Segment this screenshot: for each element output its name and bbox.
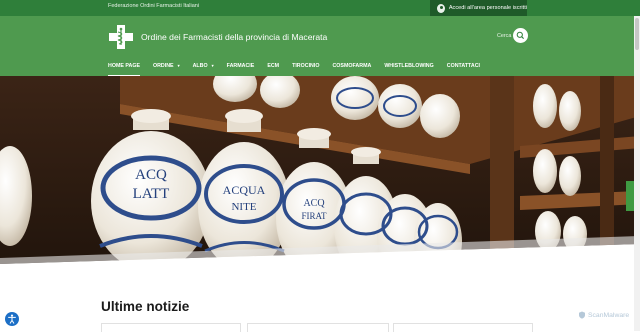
nav-whistleblowing[interactable]: WHISTLEBLOWING [384, 63, 433, 73]
jar-label: ACQ [135, 167, 167, 183]
nav-contattaci[interactable]: CONTATTACI [447, 63, 480, 73]
login-button[interactable]: Accedi all'area personale iscritti [430, 0, 527, 16]
login-label: Accedi all'area personale iscritti [448, 5, 527, 11]
federation-label: Federazione Ordini Farmacisti Italiani [108, 3, 200, 9]
accessibility-button[interactable] [5, 312, 19, 326]
nav-albo[interactable]: ALBO ▾ [193, 63, 214, 73]
search-button[interactable] [513, 28, 528, 43]
accessibility-icon [8, 314, 16, 324]
site-header: Ordine dei Farmacisti della provincia di… [0, 16, 640, 76]
nav-ordine[interactable]: ORDINE ▾ [153, 63, 180, 73]
chevron-down-icon: ▾ [211, 63, 214, 68]
jar-label: LATT [133, 186, 170, 202]
nav-cosmofarma[interactable]: COSMOFARMA [332, 63, 371, 73]
chevron-down-icon: ▾ [177, 63, 180, 68]
search-icon [516, 31, 524, 39]
nav-farmacie[interactable]: FARMACIE [227, 63, 255, 73]
nav-ecm[interactable]: ECM [267, 63, 279, 73]
scrollbar-thumb[interactable] [635, 18, 639, 50]
nav-tirocinio[interactable]: TIROCINIO [292, 63, 319, 73]
main-nav: HOME PAGE ORDINE ▾ ALBO ▾ FARMACIE ECM TIR… [108, 63, 493, 76]
user-icon [437, 3, 445, 13]
top-bar: Federazione Ordini Farmacisti Italiani A… [0, 0, 640, 16]
shield-icon [579, 311, 585, 319]
scrollbar[interactable] [634, 16, 640, 331]
jar-label: ACQ [303, 198, 325, 209]
nav-home[interactable]: HOME PAGE [108, 63, 140, 76]
watermark-text: ScanMalware [588, 311, 630, 319]
pharmacy-cross-logo[interactable] [108, 24, 134, 50]
hero-image: ACQ LATT ACQUA NITE ACQ FIRAT [0, 76, 640, 286]
section-title: Ultime notizie [101, 299, 190, 314]
site-title[interactable]: Ordine dei Farmacisti della provincia di… [141, 32, 327, 42]
jar-label: ACQUA [223, 183, 266, 197]
watermark: ScanMalware [578, 311, 629, 319]
apothecary-jars-photo: ACQ LATT ACQUA NITE ACQ FIRAT [0, 76, 640, 286]
jar-label: FIRAT [301, 211, 327, 221]
search-label: Cerca [497, 33, 512, 39]
jar-label: NITE [231, 201, 256, 213]
